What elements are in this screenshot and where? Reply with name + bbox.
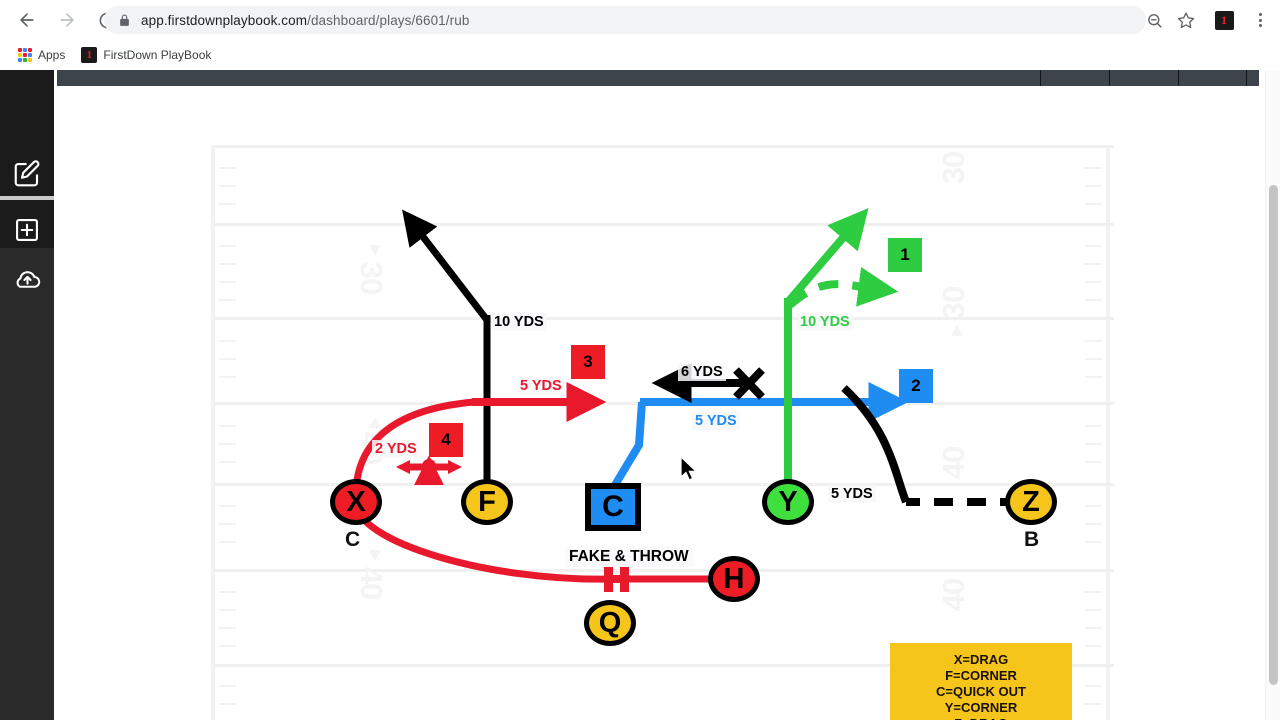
chrome-menu-icon[interactable] [1246,6,1274,34]
bookmark-apps[interactable]: Apps [10,43,73,67]
route-label-F-depth: 10 YDS [491,313,547,331]
yard-number: 40 [936,578,972,612]
route-label-Z-depth: 5 YDS [828,485,876,503]
route-label-X-depth: 5 YDS [517,377,565,395]
player-Z-position-label: B [1024,528,1040,551]
back-button[interactable] [10,3,44,37]
football-field: 30 40 40 30 30 40 40 [211,145,1114,720]
badge-1[interactable]: 1 [888,238,922,272]
player-F[interactable]: F [461,479,513,525]
mouse-cursor [680,455,698,481]
player-H[interactable]: H [708,556,760,602]
yard-number: 40 [354,566,390,600]
yard-arrow [951,325,963,336]
bookmark-firstdown-playbook[interactable]: 1 FirstDown PlayBook [73,43,219,67]
player-tag: Q [598,606,622,639]
legend-line: F=CORNER [945,668,1017,683]
extension-badge: 1 [1214,10,1234,30]
fake-and-throw-label: FAKE & THROW [565,547,693,567]
left-rail [0,70,54,720]
badge-2[interactable]: 2 [899,369,933,403]
yard-number: 40 [936,446,972,480]
play-toolbar-strip[interactable] [57,70,1259,86]
address-bar[interactable]: app.firstdownplaybook.com/dashboard/play… [104,6,1146,34]
firstdown-favicon: 1 [81,47,98,63]
player-tag: X [346,485,366,518]
yard-arrow [369,417,381,428]
bookmarks-bar: Apps 1 FirstDown PlayBook [0,40,1280,70]
bookmark-label: FirstDown PlayBook [103,48,212,62]
play-legend: X=DRAG F=CORNER C=QUICK OUT Y=CORNER Z=D… [890,643,1072,720]
player-tag: Y [778,485,798,518]
plus-square-icon [16,218,38,241]
player-C[interactable]: C [585,483,641,531]
route-label-defender-depth: 6 YDS [678,363,726,381]
player-Z[interactable]: Z [1005,479,1057,525]
player-X[interactable]: X [330,479,382,525]
application-area: 30 40 40 30 30 40 40 [0,70,1280,720]
player-X-position-label: C [345,528,361,551]
badge-4[interactable]: 4 [429,423,463,457]
badge-3[interactable]: 3 [571,345,605,379]
forward-button[interactable] [50,3,84,37]
route-label-motion-depth: 2 YDS [372,440,420,458]
yard-number: 30 [354,261,390,295]
add-play-button[interactable] [0,202,54,257]
page-scrollbar-track[interactable] [1265,70,1280,720]
player-tag: F [478,485,496,518]
yard-arrow [369,550,381,561]
route-label-C-depth: 5 YDS [692,412,740,430]
upload-play-button[interactable] [0,252,54,307]
url-text: app.firstdownplaybook.com/dashboard/play… [141,12,470,28]
zoom-out-icon[interactable] [1140,6,1168,34]
yard-number: 30 [936,286,972,320]
page-scrollbar-thumb[interactable] [1269,185,1278,685]
bookmark-star-icon[interactable] [1172,6,1200,34]
apps-grid-icon [18,48,32,62]
legend-line: X=DRAG [953,652,1009,667]
extension-icon[interactable]: 1 [1212,8,1236,32]
legend-line: C=QUICK OUT [936,684,1026,699]
legend-line: Z=DRAG [954,716,1008,720]
player-tag: Z [1022,485,1040,518]
kebab-dots [1258,13,1262,27]
cloud-upload-icon [16,271,40,288]
browser-chrome: app.firstdownplaybook.com/dashboard/play… [0,0,1280,70]
pencil-square-icon [14,159,40,186]
browser-toolbar: app.firstdownplaybook.com/dashboard/play… [0,0,1280,40]
player-Y[interactable]: Y [762,479,814,525]
legend-line: Y=CORNER [944,700,1018,715]
player-tag: H [723,562,745,595]
lock-icon[interactable] [118,14,131,27]
bookmark-apps-label: Apps [38,48,66,62]
player-tag: C [602,490,624,523]
edit-play-button[interactable] [0,146,54,201]
player-Q[interactable]: Q [584,600,636,646]
yard-arrow [369,245,381,256]
yard-number: 30 [936,151,972,185]
play-canvas-area: 30 40 40 30 30 40 40 [54,70,1266,720]
route-label-Y-depth: 10 YDS [797,313,853,331]
